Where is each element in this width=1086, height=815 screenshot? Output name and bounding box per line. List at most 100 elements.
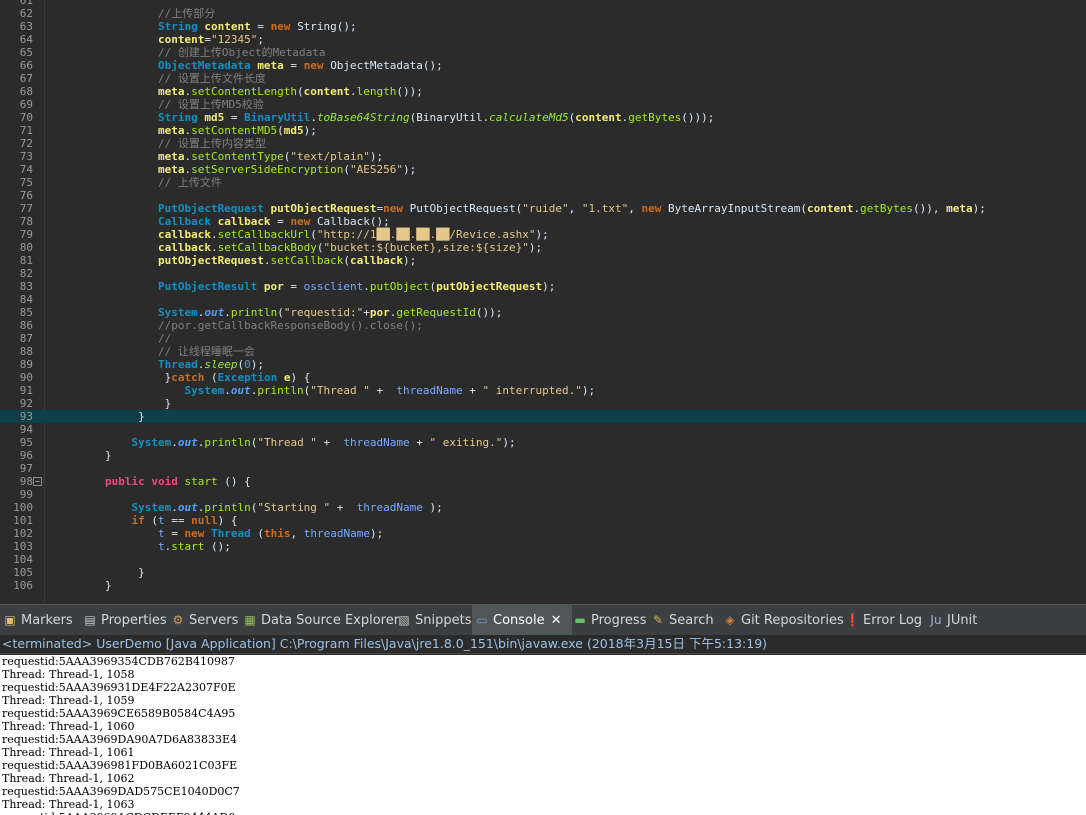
tab-properties[interactable]: ▤ Properties xyxy=(80,605,170,635)
code-text: // 设置上传文件长度 xyxy=(52,72,266,85)
code-line[interactable]: 65 // 创建上传Object的Metadata xyxy=(0,46,1086,59)
code-editor[interactable]: 61 62 //上传部分 63 String content = new Strin… xyxy=(0,0,1086,604)
close-icon[interactable]: ✕ xyxy=(551,613,562,628)
code-line[interactable]: 85 System.out.println("requestid:"+por.g… xyxy=(0,306,1086,319)
code-token: "Thread " xyxy=(257,436,317,449)
code-line[interactable]: 91 System.out.println("Thread " + thread… xyxy=(0,384,1086,397)
code-text: } xyxy=(52,397,172,410)
code-line[interactable]: 63 String content = new String(); xyxy=(0,20,1086,33)
code-token: println xyxy=(230,306,278,319)
code-line[interactable]: 73 meta.setContentType("text/plain"); xyxy=(0,150,1086,163)
tab-git-repositories[interactable]: ◈ Git Repositories xyxy=(720,605,847,635)
code-token: out xyxy=(177,436,198,449)
code-line[interactable]: 102 t = new Thread (this, threadName); xyxy=(0,527,1086,540)
tab-snippets[interactable]: ▧ Snippets xyxy=(394,605,474,635)
code-line[interactable]: 64 content="12345"; xyxy=(0,33,1086,46)
code-line[interactable]: 80 callback.setCallbackBody("bucket:${bu… xyxy=(0,241,1086,254)
code-line[interactable]: 79 callback.setCallbackUrl("http://1██.█… xyxy=(0,228,1086,241)
servers-icon: ⚙ xyxy=(172,613,184,627)
code-line[interactable]: 76 xyxy=(0,189,1086,202)
code-line[interactable]: 61 xyxy=(0,0,1086,7)
code-line[interactable]: 92 } xyxy=(0,397,1086,410)
line-number: 66 xyxy=(19,59,33,72)
code-line[interactable]: 94 xyxy=(0,423,1086,436)
code-token: // 设置上传文件长度 xyxy=(52,72,266,85)
code-line[interactable]: 86 //por.getCallbackResponseBody().close… xyxy=(0,319,1086,332)
code-line[interactable]: 87 // xyxy=(0,332,1086,345)
console-line: requestid:5AAA3969ACDCDEEF9444AD0 xyxy=(2,811,235,815)
code-text: callback.setCallbackUrl("http://1██.██.█… xyxy=(52,228,549,241)
code-line[interactable]: 69 // 设置上传MD5校验 xyxy=(0,98,1086,111)
code-line[interactable]: 74 meta.setServerSideEncryption("AES256"… xyxy=(0,163,1086,176)
code-text: //上传部分 xyxy=(52,7,215,20)
tab-search[interactable]: ✎ Search xyxy=(648,605,717,635)
code-token: ossclient xyxy=(303,280,364,293)
line-number: 74 xyxy=(19,163,33,176)
code-token: (BinaryUtil. xyxy=(409,111,490,124)
code-line[interactable]: 71 meta.setContentMD5(md5); xyxy=(0,124,1086,137)
code-token: + xyxy=(316,436,344,449)
junit-icon: Ju xyxy=(930,613,942,627)
tab-error-log[interactable]: ❗ Error Log xyxy=(842,605,925,635)
code-line[interactable]: 84 xyxy=(0,293,1086,306)
code-line[interactable]: 97 xyxy=(0,462,1086,475)
code-line[interactable]: 93 } xyxy=(0,410,1086,423)
code-line[interactable]: 95 System.out.println("Thread " + thread… xyxy=(0,436,1086,449)
code-line[interactable]: 66 ObjectMetadata meta = new ObjectMetad… xyxy=(0,59,1086,72)
code-line[interactable]: 67 // 设置上传文件长度 xyxy=(0,72,1086,85)
code-line[interactable]: 90 }catch (Exception e) { xyxy=(0,371,1086,384)
code-line[interactable]: 88 // 让线程睡眠一会 xyxy=(0,345,1086,358)
code-token: ; xyxy=(257,33,264,46)
fold-collapse-icon[interactable]: − xyxy=(33,477,42,486)
code-line[interactable]: 62 //上传部分 xyxy=(0,7,1086,20)
progress-icon: ▬ xyxy=(574,613,586,627)
code-token: por xyxy=(263,280,284,293)
tab-console[interactable]: ▭ Console ✕ xyxy=(472,605,572,635)
tab-data-source-explorer[interactable]: ▦ Data Source Explorer xyxy=(240,605,402,635)
code-line[interactable]: 103 t.start (); xyxy=(0,540,1086,553)
tab-junit[interactable]: Ju JUnit xyxy=(926,605,980,635)
code-line[interactable]: 96 } xyxy=(0,449,1086,462)
code-line[interactable]: 70 String md5 = BinaryUtil.toBase64Strin… xyxy=(0,111,1086,124)
code-token: . xyxy=(263,254,271,267)
tab-markers[interactable]: ▣ Markers xyxy=(0,605,76,635)
line-number: 65 xyxy=(19,46,33,59)
console-output[interactable]: requestid:5AAA3969354CDB762B410987 Thread… xyxy=(0,655,1086,815)
code-token: println xyxy=(204,501,251,514)
code-line[interactable]: 99 xyxy=(0,488,1086,501)
code-token: "ruide" xyxy=(522,202,569,215)
code-token: "http://1██.██.██.██/Revice.ashx" xyxy=(316,228,536,241)
tab-servers[interactable]: ⚙ Servers xyxy=(168,605,241,635)
code-token: ByteArrayInputStream( xyxy=(667,202,808,215)
code-line[interactable]: 101 if (t == null) { xyxy=(0,514,1086,527)
code-line[interactable]: 89 Thread.sleep(0); xyxy=(0,358,1086,371)
line-number: 62 xyxy=(19,7,33,20)
code-token: start xyxy=(171,540,205,553)
code-token: ); xyxy=(502,436,516,449)
code-token: ); xyxy=(528,241,543,254)
code-line[interactable]: 105 } xyxy=(0,566,1086,579)
code-line[interactable]: 68 meta.setContentLength(content.length(… xyxy=(0,85,1086,98)
code-text: meta.setContentLength(content.length()); xyxy=(52,85,423,98)
code-line[interactable]: 77 PutObjectRequest putObjectRequest=new… xyxy=(0,202,1086,215)
code-line[interactable]: 82 xyxy=(0,267,1086,280)
code-line[interactable]: 106 } xyxy=(0,579,1086,592)
code-line[interactable]: 75 // 上传文件 xyxy=(0,176,1086,189)
code-token: setServerSideEncryption xyxy=(191,163,344,176)
code-token: String xyxy=(52,111,205,124)
code-line[interactable]: 72 // 设置上传内容类型 xyxy=(0,137,1086,150)
code-token: println xyxy=(204,436,251,449)
code-line[interactable]: 83 PutObjectResult por = ossclient.putOb… xyxy=(0,280,1086,293)
code-text: callback.setCallbackBody("bucket:${bucke… xyxy=(52,241,542,254)
code-token: + xyxy=(363,306,370,319)
code-token: PutObjectRequest( xyxy=(409,202,523,215)
code-token: meta xyxy=(52,163,185,176)
code-text: // xyxy=(52,332,171,345)
code-line[interactable]: 81 putObjectRequest.setCallback(callback… xyxy=(0,254,1086,267)
code-token: ); xyxy=(303,124,317,137)
code-line[interactable]: 98− public void start () { xyxy=(0,475,1086,488)
code-line[interactable]: 78 Callback callback = new Callback(); xyxy=(0,215,1086,228)
tab-progress[interactable]: ▬ Progress xyxy=(570,605,649,635)
code-line[interactable]: 100 System.out.println("Starting " + thr… xyxy=(0,501,1086,514)
code-line[interactable]: 104 xyxy=(0,553,1086,566)
